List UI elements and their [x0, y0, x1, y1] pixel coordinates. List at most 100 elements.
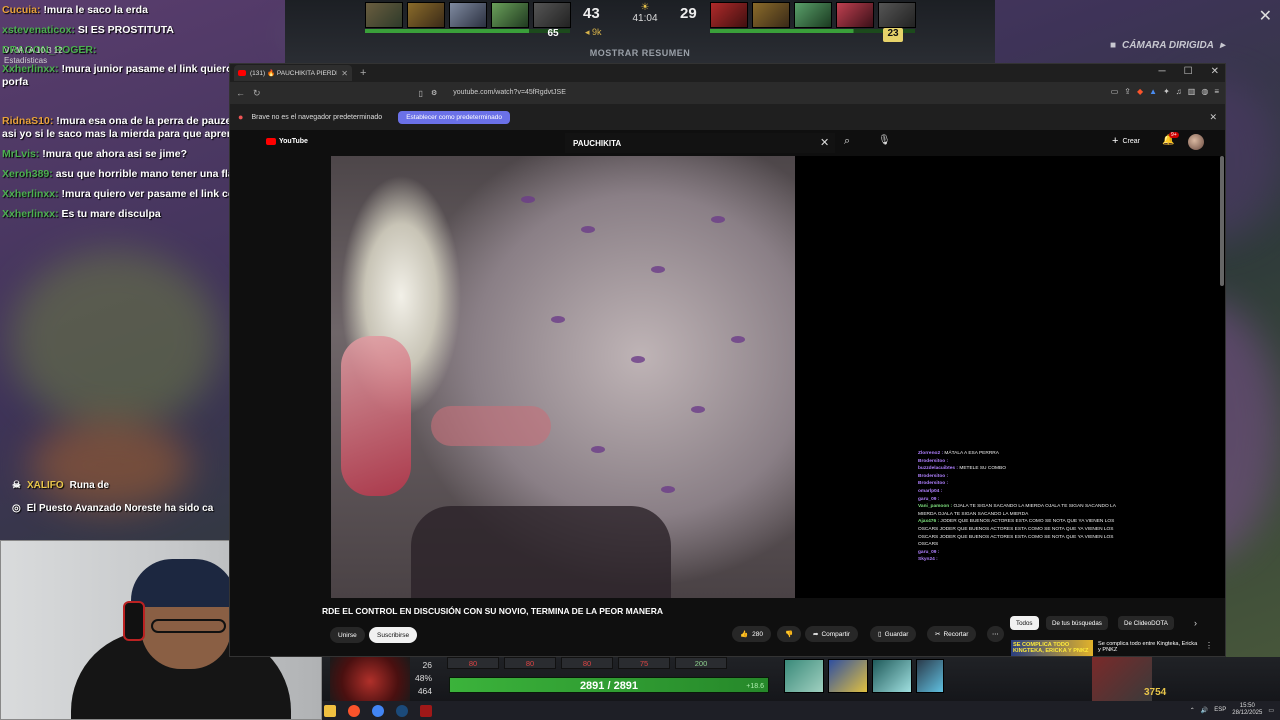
hero-portrait[interactable] [533, 2, 571, 28]
brave-shield-icon[interactable]: ◆ [1137, 87, 1143, 96]
notification-center-icon[interactable]: ▭ [1268, 707, 1274, 714]
shop-panel[interactable] [1092, 657, 1152, 701]
minimize-icon[interactable]: ─ [1159, 66, 1166, 77]
bookmark-icon[interactable]: ▯ [419, 89, 423, 98]
extension-icon[interactable]: ▲ [1149, 87, 1157, 96]
screenshot-icon[interactable]: ▭ [1111, 87, 1119, 96]
chip-channel[interactable]: De ClideoDOTA [1118, 616, 1174, 630]
youtube-logo[interactable]: YouTube [266, 138, 308, 145]
chevron-right-icon[interactable]: › [1194, 618, 1197, 628]
event-text: Runa de [69, 480, 110, 491]
ability-slot[interactable]: 80 [561, 657, 613, 669]
ability-slot[interactable]: 80 [504, 657, 556, 669]
close-infobar-icon[interactable]: ✕ [1209, 112, 1217, 123]
hero-portrait[interactable] [794, 2, 832, 28]
stat-damage: 26 [422, 660, 432, 670]
date: 28/12/2025 [1232, 710, 1263, 716]
reload-icon[interactable]: ↻ [253, 88, 261, 99]
ability-slot[interactable]: 80 [447, 657, 499, 669]
video-player[interactable]: Zlorreno2 : MÁTALA A ESA PERRRA Brodersi… [331, 156, 1225, 598]
camera-mode[interactable]: ■ CÁMARA DIRIGIDA ▸ [1110, 40, 1225, 51]
puzzle-icon[interactable]: ✦ [1163, 87, 1170, 96]
folder-icon[interactable] [324, 704, 336, 717]
kda-values: V / M / A 10 3 12 [4, 46, 63, 55]
mic-icon[interactable]: 🎙 [878, 135, 891, 146]
share-button[interactable]: ➦ Compartir [805, 626, 858, 642]
item-slot[interactable] [784, 659, 824, 693]
new-tab-icon[interactable]: + [360, 67, 366, 79]
stat-armor: 48% [414, 673, 432, 683]
recommended-title[interactable]: Se complica todo entre Kingteka, Ericka … [1098, 641, 1198, 653]
clear-search-icon[interactable]: ✕ [820, 136, 829, 149]
close-window-icon[interactable]: ✕ [1211, 66, 1219, 77]
stat-speed: 464 [417, 686, 432, 696]
chevron-up-icon[interactable]: ⌃ [1190, 707, 1195, 714]
more-vert-icon[interactable]: ⋮ [1205, 641, 1213, 650]
item-slot[interactable] [872, 659, 912, 693]
site-info-icon[interactable]: ⚙ [431, 89, 437, 97]
brave-icon[interactable] [348, 704, 360, 717]
subscribe-button[interactable]: Suscribirse [369, 627, 418, 643]
chip-all[interactable]: Todos [1010, 616, 1039, 630]
bookmark-add-icon: ▯ [878, 631, 882, 638]
avatar[interactable] [1188, 134, 1204, 150]
maximize-icon[interactable]: ☐ [1184, 66, 1193, 77]
hero-portrait[interactable] [365, 2, 403, 28]
chat-username: RidnaS10: [2, 115, 54, 127]
create-button[interactable]: + Crear [1112, 135, 1140, 147]
save-button[interactable]: ▯ Guardar [870, 626, 917, 642]
system-clock[interactable]: 15:50 28/12/2025 [1232, 703, 1262, 717]
extension-icons: ▭ ⇪ ◆ ▲ ✦ ♫ ▥ ◍ ≡ [1111, 87, 1219, 96]
show-summary-button[interactable]: MOSTRAR RESUMEN [555, 48, 725, 62]
tab-youtube[interactable]: (131) 🔥 PAUCHIKITA PIERDE EL ✕ [234, 65, 352, 81]
fabric-shape [431, 406, 551, 446]
search-input[interactable]: PAUCHIKITA [565, 133, 835, 153]
chip-your-searches[interactable]: De tus búsquedas [1046, 616, 1108, 630]
recommended-thumbnail[interactable]: SE COMPLICA TODO KINGTEKA, ERICKA Y PNKZ [1011, 640, 1093, 656]
like-button[interactable]: 👍 280 [732, 626, 771, 642]
music-icon[interactable]: ♫ [1176, 87, 1182, 96]
wallet-icon[interactable]: ◍ [1201, 87, 1208, 96]
hero-portrait[interactable] [407, 2, 445, 28]
menu-icon[interactable]: ≡ [1214, 87, 1219, 96]
volume-icon[interactable]: 🔊 [1201, 707, 1208, 714]
clip-button[interactable]: ✂ Recortar [927, 626, 977, 642]
join-button[interactable]: Unirse [330, 627, 365, 643]
steam-icon[interactable] [396, 704, 408, 717]
scrollbar[interactable] [1220, 156, 1224, 286]
ability-slot[interactable]: 75 [618, 657, 670, 669]
hero-portrait-large[interactable] [330, 657, 410, 701]
hero-portrait[interactable] [449, 2, 487, 28]
headset [123, 601, 145, 641]
close-icon[interactable]: ✕ [1259, 6, 1272, 26]
hero-portrait[interactable] [836, 2, 874, 28]
hero-portrait[interactable] [710, 2, 748, 28]
thumbs-down-icon: 👎 [785, 631, 794, 638]
search-icon[interactable]: ⌕ [844, 135, 850, 148]
hero-portrait[interactable] [752, 2, 790, 28]
stream-chat-user: garu_09 : [918, 549, 940, 555]
chrome-icon[interactable] [372, 704, 384, 717]
item-slot[interactable] [828, 659, 868, 693]
dislike-button[interactable]: 👎 [777, 626, 802, 642]
streamer-cap [131, 559, 236, 607]
pattern-leaf [691, 406, 705, 413]
more-actions-button[interactable]: ⋯ [987, 626, 1004, 642]
close-tab-icon[interactable]: ✕ [341, 69, 348, 78]
stream-chat-user: Brodersitoo : [918, 473, 949, 479]
item-slot[interactable] [916, 659, 944, 693]
ability-slot[interactable]: 200 [675, 657, 727, 669]
net-worth-value: 9k [592, 27, 602, 37]
language[interactable]: ESP [1214, 707, 1226, 713]
share-arrow-icon: ➦ [813, 631, 819, 638]
share-icon[interactable]: ⇪ [1124, 87, 1131, 96]
hero-portrait[interactable] [491, 2, 529, 28]
sidebar-icon[interactable]: ▥ [1188, 87, 1196, 96]
set-default-button[interactable]: Establecer como predeterminado [398, 110, 510, 124]
hero-portrait[interactable] [878, 2, 916, 28]
pattern-leaf [551, 316, 565, 323]
thumbs-up-icon: 👍 [740, 631, 749, 638]
url-field[interactable]: youtube.com/watch?v=45fRgdvtJSE [445, 86, 905, 100]
dota-icon[interactable] [420, 704, 432, 717]
back-icon[interactable]: ← [236, 88, 245, 98]
